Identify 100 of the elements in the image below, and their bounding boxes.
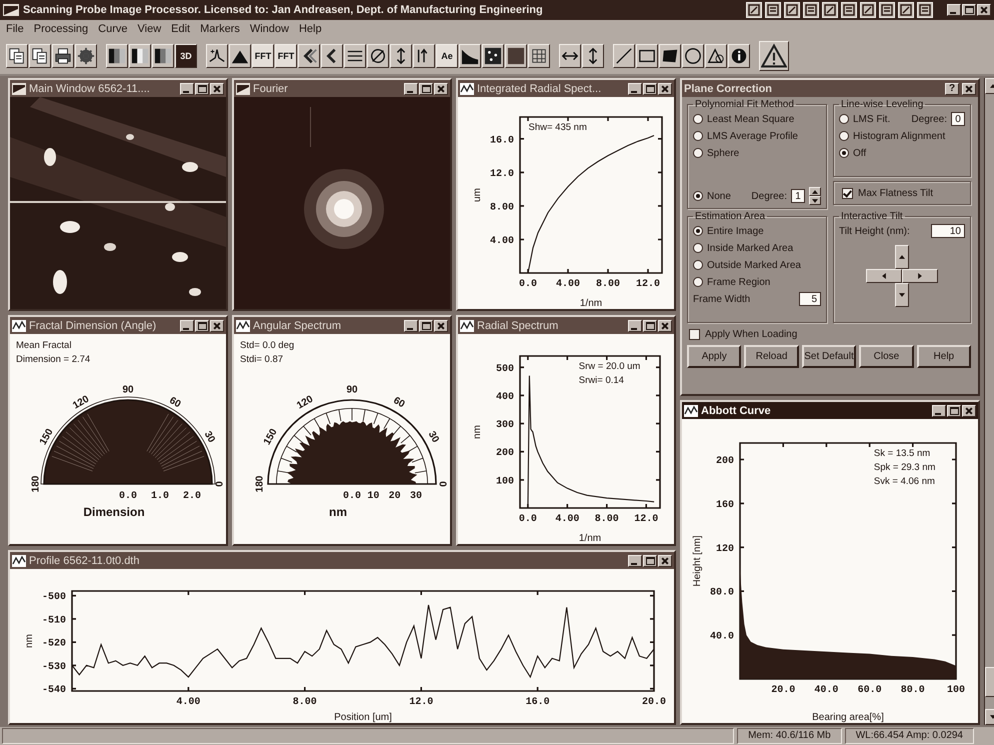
checkbox-label[interactable]: Apply When Loading — [705, 328, 798, 340]
checkbox[interactable] — [689, 328, 700, 340]
minimize-button[interactable] — [404, 82, 418, 94]
menu-item[interactable]: Help — [298, 23, 322, 35]
radio-button[interactable] — [693, 191, 703, 201]
maximize-button[interactable] — [419, 82, 433, 94]
dialog-button[interactable]: Close — [859, 345, 914, 368]
radio-button[interactable] — [693, 114, 703, 124]
tool-window-icon[interactable] — [765, 2, 781, 18]
toolbar-button[interactable] — [75, 44, 97, 68]
toolbar-button[interactable] — [298, 44, 320, 68]
radio-label[interactable]: Off — [853, 148, 866, 158]
close-button[interactable] — [658, 82, 672, 94]
radio-label[interactable]: Histogram Alignment — [853, 130, 946, 142]
menu-item[interactable]: Curve — [98, 23, 128, 35]
tilt-down-button[interactable] — [895, 283, 909, 307]
maximize-button[interactable] — [195, 320, 209, 332]
close-button[interactable] — [658, 320, 672, 332]
toolbar-button[interactable] — [29, 44, 51, 68]
radio-button[interactable] — [693, 131, 703, 141]
radio-label[interactable]: LMS Fit. — [853, 114, 890, 124]
maximize-button[interactable] — [419, 320, 433, 332]
radio-label[interactable]: Outside Marked Area — [707, 260, 801, 270]
radio-label[interactable]: Entire Image — [707, 226, 764, 236]
minimize-button[interactable] — [628, 320, 642, 332]
help-button[interactable]: ? — [945, 82, 959, 94]
minimize-button[interactable] — [404, 320, 418, 332]
tilt-height-field[interactable]: 10 — [931, 224, 965, 238]
toolbar-button[interactable] — [129, 44, 151, 68]
toolbar-button[interactable] — [321, 44, 343, 68]
radio-button[interactable] — [693, 226, 703, 236]
tool-window-icon[interactable] — [860, 2, 876, 18]
tool-window-icon[interactable] — [746, 2, 762, 18]
minimize-button[interactable] — [180, 82, 194, 94]
minimize-button[interactable] — [947, 4, 961, 16]
radio-label[interactable]: None — [707, 190, 731, 202]
maximize-button[interactable] — [947, 404, 961, 416]
tilt-left-button[interactable] — [866, 269, 902, 283]
tilt-right-button[interactable] — [902, 269, 938, 283]
toolbar-button[interactable] — [413, 44, 435, 68]
radio-label[interactable]: Frame Region — [707, 276, 770, 288]
radio-button[interactable] — [693, 148, 703, 158]
toolbar-button[interactable]: FFT — [252, 44, 274, 68]
menu-item[interactable]: Edit — [171, 23, 190, 35]
toolbar-button[interactable] — [482, 44, 504, 68]
toolbar-button[interactable] — [505, 44, 527, 68]
toolbar-button[interactable] — [582, 44, 604, 68]
menu-item[interactable]: Markers — [200, 23, 240, 35]
toolbar-button[interactable]: FFT — [275, 44, 297, 68]
radio-label[interactable]: Inside Marked Area — [707, 242, 794, 254]
close-button[interactable] — [210, 320, 224, 332]
maximize-button[interactable] — [643, 82, 657, 94]
maximize-button[interactable] — [643, 554, 657, 566]
close-button[interactable] — [434, 82, 448, 94]
close-button[interactable] — [434, 320, 448, 332]
restore-button[interactable] — [962, 4, 976, 16]
radio-button[interactable] — [839, 148, 849, 158]
close-button[interactable] — [962, 82, 976, 94]
toolbar-button[interactable] — [728, 44, 750, 68]
radio-button[interactable] — [839, 131, 849, 141]
toolbar-button[interactable] — [705, 44, 727, 68]
tool-window-icon[interactable] — [841, 2, 857, 18]
close-button[interactable] — [210, 82, 224, 94]
radio-button[interactable] — [693, 277, 703, 287]
radio-label[interactable]: Least Mean Square — [707, 114, 794, 124]
menu-item[interactable]: View — [138, 23, 162, 35]
minimize-button[interactable] — [628, 82, 642, 94]
tool-window-icon[interactable] — [879, 2, 895, 18]
tool-window-icon[interactable] — [803, 2, 819, 18]
minimize-button[interactable] — [628, 554, 642, 566]
menu-item[interactable]: Window — [250, 23, 289, 35]
toolbar-button[interactable]: 3D — [175, 44, 197, 68]
close-button[interactable] — [962, 404, 976, 416]
minimize-button[interactable] — [932, 404, 946, 416]
tool-window-icon[interactable] — [898, 2, 914, 18]
dialog-button[interactable]: Apply — [687, 345, 742, 368]
tool-window-icon[interactable] — [822, 2, 838, 18]
frame-width-field[interactable]: 5 — [799, 292, 821, 306]
dialog-button[interactable]: Reload — [744, 345, 799, 368]
toolbar-button[interactable]: Ae — [436, 44, 458, 68]
toolbar-button[interactable] — [152, 44, 174, 68]
toolbar-button[interactable] — [52, 44, 74, 68]
tool-window-icon[interactable] — [784, 2, 800, 18]
toolbar-button[interactable] — [636, 44, 658, 68]
toolbar-button[interactable] — [229, 44, 251, 68]
tilt-up-button[interactable] — [895, 245, 909, 269]
radio-label[interactable]: Sphere — [707, 148, 740, 158]
minimize-button[interactable] — [180, 320, 194, 332]
radio-button[interactable] — [693, 243, 703, 253]
tool-window-icon[interactable] — [917, 2, 933, 18]
radio-button[interactable] — [839, 114, 849, 124]
spin-up-button[interactable] — [809, 187, 821, 196]
toolbar-button[interactable] — [106, 44, 128, 68]
toolbar-button[interactable] — [459, 44, 481, 68]
menu-item[interactable]: Processing — [34, 23, 88, 35]
maximize-button[interactable] — [643, 320, 657, 332]
toolbar-button[interactable] — [6, 44, 28, 68]
degree-field[interactable]: 1 — [791, 189, 805, 203]
toolbar-button[interactable] — [559, 44, 581, 68]
toolbar-button[interactable] — [759, 41, 789, 71]
